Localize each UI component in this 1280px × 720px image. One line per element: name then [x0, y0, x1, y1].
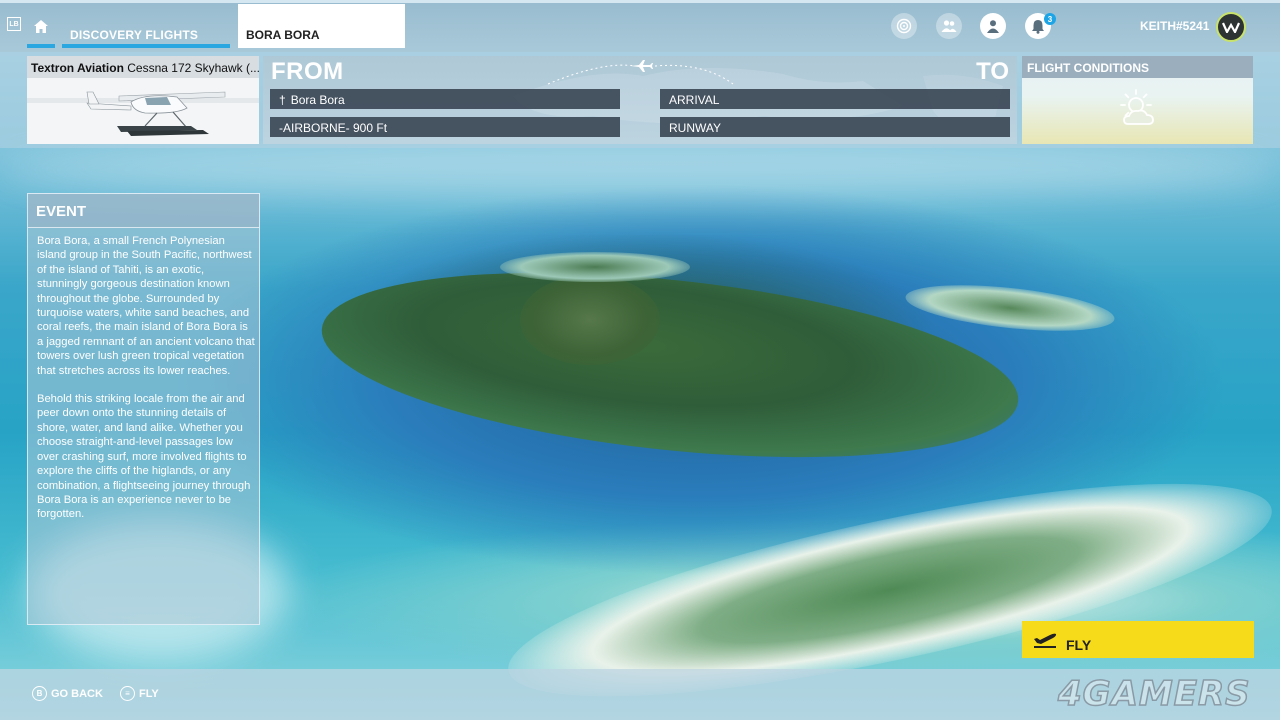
user-icon	[987, 20, 999, 33]
flight-conditions-title: FLIGHT CONDITIONS	[1022, 56, 1253, 78]
event-paragraph: Behold this striking locale from the air…	[37, 393, 251, 521]
arrival-detail-field[interactable]: RUNWAY	[660, 117, 1010, 137]
aircraft-title: Textron Aviation Cessna 172 Skyhawk (...	[27, 56, 259, 78]
tab-bora-bora[interactable]: BORA BORA	[238, 4, 405, 48]
avatar-emblem-icon	[1222, 22, 1240, 33]
event-panel: EVENT Bora Bora, a small French Polynesi…	[27, 193, 260, 625]
go-back-hint[interactable]: B GO BACK	[32, 686, 103, 701]
main-island	[313, 243, 1027, 487]
fly-hint[interactable]: ≡ FLY	[120, 686, 159, 701]
activity-button[interactable]	[891, 13, 917, 39]
avatar[interactable]	[1216, 12, 1246, 42]
arrival-location-field[interactable]: ARRIVAL	[660, 89, 1010, 109]
aircraft-maker: Textron Aviation	[31, 61, 124, 75]
watermark: 4GAMERS	[1057, 673, 1251, 715]
flight-conditions-card[interactable]: FLIGHT CONDITIONS	[1022, 56, 1253, 144]
seaplane-image	[27, 78, 259, 144]
partly-sunny-icon	[1120, 89, 1154, 125]
home-icon	[34, 20, 48, 33]
radar-icon	[896, 18, 912, 34]
notification-badge: 3	[1044, 13, 1056, 25]
departure-location-field[interactable]: † Bora Bora	[270, 89, 620, 109]
north-islet	[500, 252, 690, 282]
profile-button[interactable]	[980, 13, 1006, 39]
route-panel: FROM TO † Bora Bora -AIRBORNE- 900 Ft ARR…	[263, 56, 1017, 144]
departure-detail-field[interactable]: -AIRBORNE- 900 Ft	[270, 117, 620, 137]
to-label: TO	[976, 58, 1009, 85]
volcano-peak	[520, 275, 660, 365]
event-paragraph: Bora Bora, a small French Polynesian isl…	[37, 235, 255, 377]
from-label: FROM	[271, 58, 344, 85]
aircraft-model: Cessna 172 Skyhawk (...	[127, 61, 259, 75]
fly-button[interactable]: FLY	[1022, 621, 1254, 658]
tab-discovery-flights[interactable]: DISCOVERY FLIGHTS	[62, 20, 230, 48]
fly-button-label: FLY	[1066, 636, 1092, 653]
event-title: EVENT	[28, 194, 259, 228]
location-pin-icon: †	[279, 93, 286, 107]
cloud	[0, 140, 1280, 200]
friends-button[interactable]	[936, 13, 962, 39]
departure-location: Bora Bora	[290, 93, 345, 107]
bell-icon	[1032, 19, 1044, 34]
tab-home[interactable]	[27, 20, 55, 48]
takeoff-icon	[1034, 633, 1057, 648]
aircraft-card[interactable]: Textron Aviation Cessna 172 Skyhawk (...	[27, 56, 259, 144]
menu-button-icon: ≡	[120, 686, 135, 701]
fly-hint-label: FLY	[139, 687, 159, 700]
east-islet	[903, 277, 1117, 339]
b-button-icon: B	[32, 686, 47, 701]
lb-key-hint: LB	[7, 17, 21, 31]
username: KEITH#5241	[1140, 19, 1210, 33]
friends-icon	[941, 20, 957, 32]
go-back-label: GO BACK	[51, 687, 103, 700]
plane-route-icon	[631, 60, 653, 72]
event-description: Bora Bora, a small French Polynesian isl…	[37, 234, 257, 536]
